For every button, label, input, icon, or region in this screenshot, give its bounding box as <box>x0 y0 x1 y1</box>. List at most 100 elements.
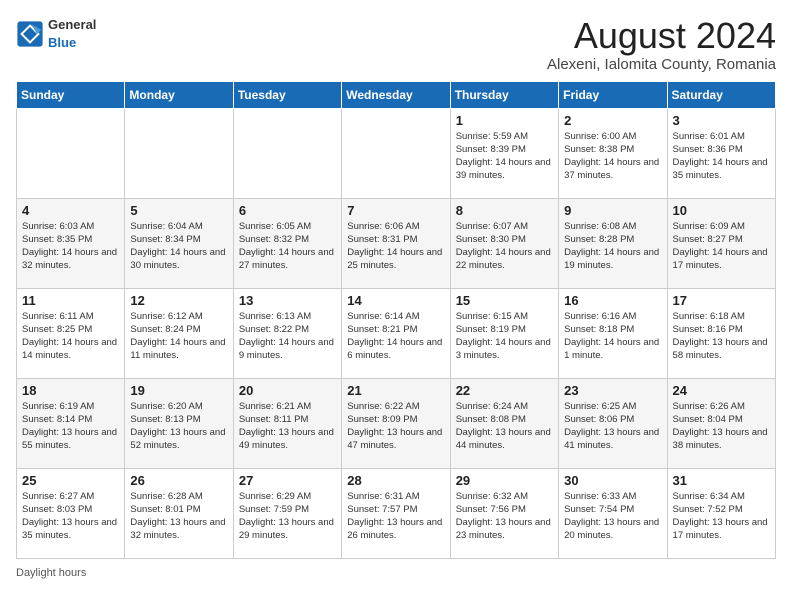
logo-text: General Blue <box>48 16 96 52</box>
day-info: Sunrise: 6:16 AMSunset: 8:18 PMDaylight:… <box>564 310 661 363</box>
day-number: 6 <box>239 203 336 218</box>
day-info: Sunrise: 5:59 AMSunset: 8:39 PMDaylight:… <box>456 130 553 183</box>
calendar-cell: 19Sunrise: 6:20 AMSunset: 8:13 PMDayligh… <box>125 378 233 468</box>
day-info: Sunrise: 6:18 AMSunset: 8:16 PMDaylight:… <box>673 310 770 363</box>
calendar-cell: 27Sunrise: 6:29 AMSunset: 7:59 PMDayligh… <box>233 468 341 558</box>
day-number: 22 <box>456 383 553 398</box>
day-info: Sunrise: 6:01 AMSunset: 8:36 PMDaylight:… <box>673 130 770 183</box>
logo-icon <box>16 20 44 48</box>
day-number: 5 <box>130 203 227 218</box>
calendar-cell: 2 Sunrise: 6:00 AMSunset: 8:38 PMDaylight… <box>559 108 667 198</box>
day-number: 20 <box>239 383 336 398</box>
day-number: 3 <box>673 113 770 128</box>
day-info: Sunrise: 6:26 AMSunset: 8:04 PMDaylight:… <box>673 400 770 453</box>
day-number: 29 <box>456 473 553 488</box>
calendar-cell: 30 Sunrise: 6:33 AMSunset: 7:54 PMDayligh… <box>559 468 667 558</box>
day-number: 13 <box>239 293 336 308</box>
day-number: 12 <box>130 293 227 308</box>
page-header: General Blue August 2024 Alexeni, Ialomi… <box>16 16 776 73</box>
daylight-label: Daylight hours <box>16 567 86 579</box>
day-info: Sunrise: 6:24 AMSunset: 8:08 PMDaylight:… <box>456 400 553 453</box>
calendar-cell: 3 Sunrise: 6:01 AMSunset: 8:36 PMDaylight… <box>667 108 775 198</box>
month-year-title: August 2024 <box>547 16 776 56</box>
calendar-cell: 4 Sunrise: 6:03 AMSunset: 8:35 PMDaylight… <box>17 198 125 288</box>
day-info: Sunrise: 6:32 AMSunset: 7:56 PMDaylight:… <box>456 490 553 543</box>
calendar-cell: 8 Sunrise: 6:07 AMSunset: 8:30 PMDaylight… <box>450 198 558 288</box>
calendar-header-row: SundayMondayTuesdayWednesdayThursdayFrid… <box>17 81 776 108</box>
calendar-cell <box>125 108 233 198</box>
day-info: Sunrise: 6:15 AMSunset: 8:19 PMDaylight:… <box>456 310 553 363</box>
calendar-cell <box>342 108 450 198</box>
calendar-cell: 29 Sunrise: 6:32 AMSunset: 7:56 PMDayligh… <box>450 468 558 558</box>
day-info: Sunrise: 6:03 AMSunset: 8:35 PMDaylight:… <box>22 220 119 273</box>
day-number: 2 <box>564 113 661 128</box>
day-info: Sunrise: 6:34 AMSunset: 7:52 PMDaylight:… <box>673 490 770 543</box>
day-info: Sunrise: 6:21 AMSunset: 8:11 PMDaylight:… <box>239 400 336 453</box>
day-number: 24 <box>673 383 770 398</box>
day-info: Sunrise: 6:33 AMSunset: 7:54 PMDaylight:… <box>564 490 661 543</box>
calendar-week-2: 4 Sunrise: 6:03 AMSunset: 8:35 PMDaylight… <box>17 198 776 288</box>
day-number: 7 <box>347 203 444 218</box>
day-info: Sunrise: 6:28 AMSunset: 8:01 PMDaylight:… <box>130 490 227 543</box>
day-number: 21 <box>347 383 444 398</box>
day-number: 14 <box>347 293 444 308</box>
day-info: Sunrise: 6:09 AMSunset: 8:27 PMDaylight:… <box>673 220 770 273</box>
day-info: Sunrise: 6:31 AMSunset: 7:57 PMDaylight:… <box>347 490 444 543</box>
day-info: Sunrise: 6:14 AMSunset: 8:21 PMDaylight:… <box>347 310 444 363</box>
calendar-cell: 18 Sunrise: 6:19 AMSunset: 8:14 PMDayligh… <box>17 378 125 468</box>
day-number: 23 <box>564 383 661 398</box>
calendar-cell: 1 Sunrise: 5:59 AMSunset: 8:39 PMDaylight… <box>450 108 558 198</box>
calendar-cell: 22 Sunrise: 6:24 AMSunset: 8:08 PMDayligh… <box>450 378 558 468</box>
header-monday: Monday <box>125 81 233 108</box>
day-number: 10 <box>673 203 770 218</box>
day-number: 18 <box>22 383 119 398</box>
day-info: Sunrise: 6:07 AMSunset: 8:30 PMDaylight:… <box>456 220 553 273</box>
day-number: 26 <box>130 473 227 488</box>
day-info: Sunrise: 6:19 AMSunset: 8:14 PMDaylight:… <box>22 400 119 453</box>
header-thursday: Thursday <box>450 81 558 108</box>
calendar-cell: 5 Sunrise: 6:04 AMSunset: 8:34 PMDaylight… <box>125 198 233 288</box>
calendar-cell: 11Sunrise: 6:11 AMSunset: 8:25 PMDayligh… <box>17 288 125 378</box>
day-info: Sunrise: 6:13 AMSunset: 8:22 PMDaylight:… <box>239 310 336 363</box>
calendar-cell: 7 Sunrise: 6:06 AMSunset: 8:31 PMDaylight… <box>342 198 450 288</box>
day-info: Sunrise: 6:11 AMSunset: 8:25 PMDaylight:… <box>22 310 119 363</box>
day-info: Sunrise: 6:05 AMSunset: 8:32 PMDaylight:… <box>239 220 336 273</box>
calendar-week-1: 1 Sunrise: 5:59 AMSunset: 8:39 PMDaylight… <box>17 108 776 198</box>
calendar-week-5: 25 Sunrise: 6:27 AMSunset: 8:03 PMDayligh… <box>17 468 776 558</box>
title-block: August 2024 Alexeni, Ialomita County, Ro… <box>547 16 776 73</box>
day-info: Sunrise: 6:22 AMSunset: 8:09 PMDaylight:… <box>347 400 444 453</box>
logo-general: General <box>48 17 96 32</box>
logo-blue: Blue <box>48 35 76 50</box>
day-number: 30 <box>564 473 661 488</box>
day-number: 25 <box>22 473 119 488</box>
header-tuesday: Tuesday <box>233 81 341 108</box>
calendar-cell: 12 Sunrise: 6:12 AMSunset: 8:24 PMDayligh… <box>125 288 233 378</box>
day-info: Sunrise: 6:29 AMSunset: 7:59 PMDaylight:… <box>239 490 336 543</box>
day-info: Sunrise: 6:27 AMSunset: 8:03 PMDaylight:… <box>22 490 119 543</box>
calendar-cell <box>17 108 125 198</box>
calendar-cell: 26 Sunrise: 6:28 AMSunset: 8:01 PMDayligh… <box>125 468 233 558</box>
calendar-cell: 25 Sunrise: 6:27 AMSunset: 8:03 PMDayligh… <box>17 468 125 558</box>
day-info: Sunrise: 6:00 AMSunset: 8:38 PMDaylight:… <box>564 130 661 183</box>
day-number: 8 <box>456 203 553 218</box>
calendar-cell: 17Sunrise: 6:18 AMSunset: 8:16 PMDayligh… <box>667 288 775 378</box>
day-number: 16 <box>564 293 661 308</box>
day-info: Sunrise: 6:06 AMSunset: 8:31 PMDaylight:… <box>347 220 444 273</box>
day-info: Sunrise: 6:20 AMSunset: 8:13 PMDaylight:… <box>130 400 227 453</box>
calendar-footer: Daylight hours <box>16 567 776 579</box>
calendar-cell: 10 Sunrise: 6:09 AMSunset: 8:27 PMDayligh… <box>667 198 775 288</box>
day-info: Sunrise: 6:08 AMSunset: 8:28 PMDaylight:… <box>564 220 661 273</box>
calendar-cell: 14 Sunrise: 6:14 AMSunset: 8:21 PMDayligh… <box>342 288 450 378</box>
day-number: 4 <box>22 203 119 218</box>
day-number: 15 <box>456 293 553 308</box>
calendar-cell <box>233 108 341 198</box>
day-info: Sunrise: 6:25 AMSunset: 8:06 PMDaylight:… <box>564 400 661 453</box>
logo: General Blue <box>16 16 96 52</box>
header-friday: Friday <box>559 81 667 108</box>
calendar-table: SundayMondayTuesdayWednesdayThursdayFrid… <box>16 81 776 559</box>
calendar-cell: 20 Sunrise: 6:21 AMSunset: 8:11 PMDayligh… <box>233 378 341 468</box>
day-info: Sunrise: 6:04 AMSunset: 8:34 PMDaylight:… <box>130 220 227 273</box>
day-info: Sunrise: 6:12 AMSunset: 8:24 PMDaylight:… <box>130 310 227 363</box>
day-number: 1 <box>456 113 553 128</box>
day-number: 31 <box>673 473 770 488</box>
